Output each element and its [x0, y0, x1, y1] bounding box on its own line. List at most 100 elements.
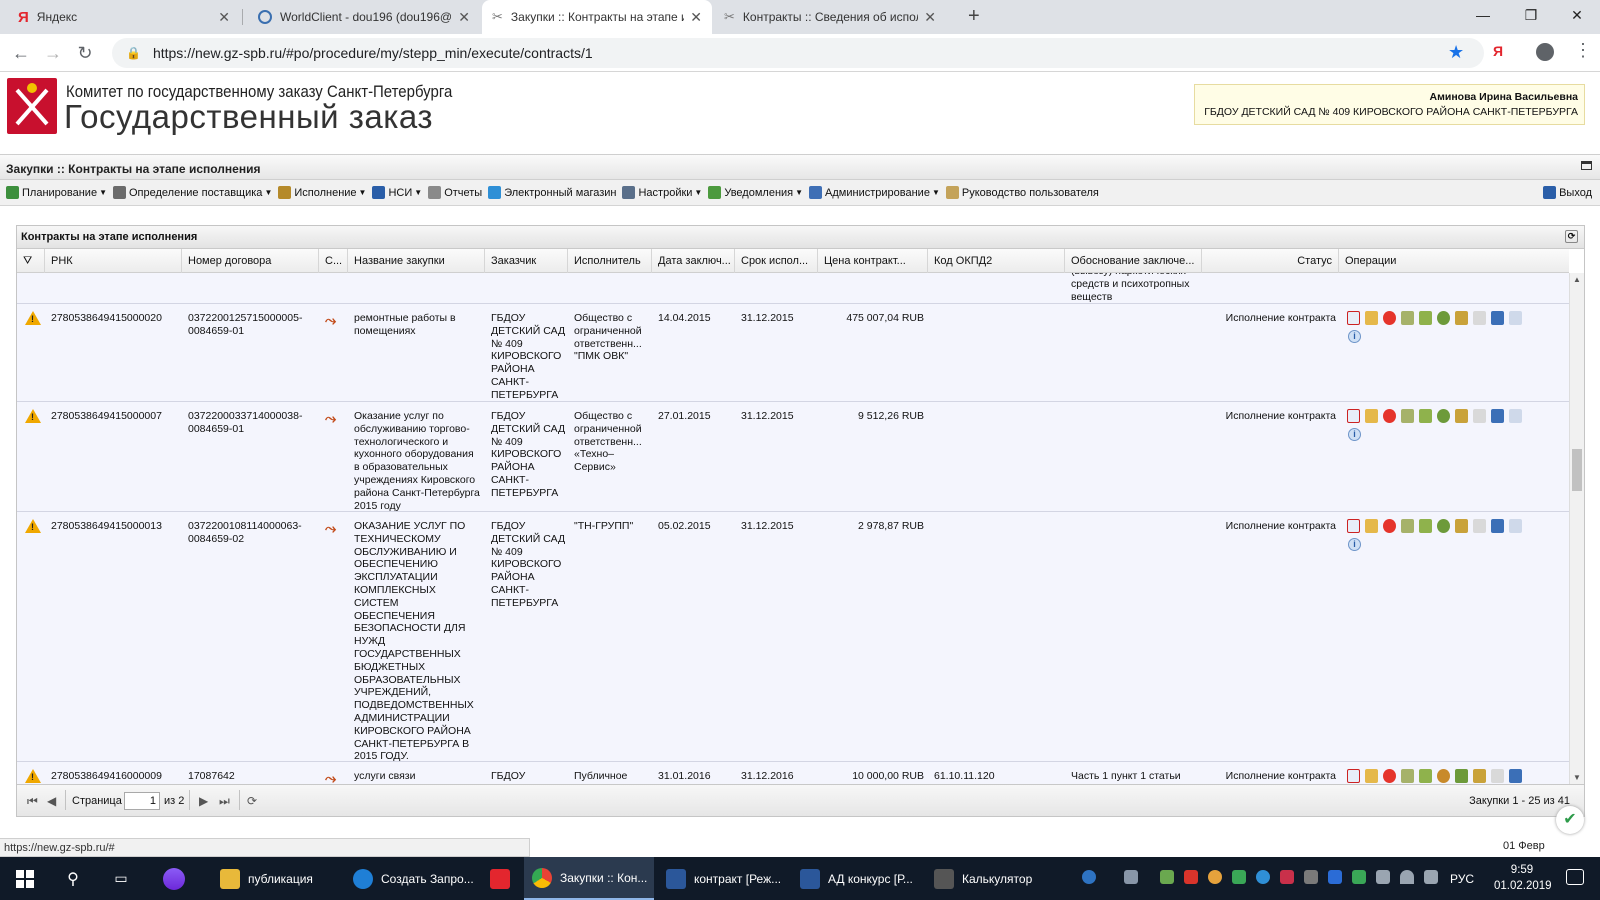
taskbar-item-calculator[interactable]: Калькулятор [926, 857, 1056, 900]
tab-contracts-info[interactable]: ✂ Контракты :: Сведения об испол ✕ [714, 0, 946, 34]
scroll-down-icon[interactable]: ▼ [1573, 773, 1581, 782]
download-icon[interactable] [1401, 769, 1414, 783]
stop-icon[interactable] [1383, 311, 1396, 325]
menu-planning[interactable]: Планирование ▼ [6, 186, 107, 199]
close-icon[interactable]: ✕ [690, 9, 702, 26]
chart-icon[interactable] [1491, 409, 1504, 423]
profile-avatar-icon[interactable] [1536, 43, 1554, 61]
tray-usb-icon[interactable] [1304, 870, 1318, 884]
col-status[interactable]: Статус [1202, 249, 1339, 273]
start-button[interactable] [10, 857, 40, 900]
col-rnk[interactable]: РНК [45, 249, 182, 273]
stop-icon[interactable] [1383, 519, 1396, 533]
gear-icon[interactable] [1437, 311, 1450, 325]
last-page-icon[interactable]: ⏭ [219, 794, 230, 809]
tray-flower-icon[interactable] [1208, 870, 1222, 884]
menu-kebab-icon[interactable]: ⋮ [1574, 40, 1592, 61]
list-icon[interactable] [1473, 409, 1486, 423]
col-s[interactable]: С... [319, 249, 348, 273]
notification-center-icon[interactable] [1566, 869, 1584, 885]
info-icon[interactable]: i [1348, 330, 1361, 343]
taskbar-item-folder[interactable]: публикация [212, 857, 342, 900]
minimize-button[interactable]: — [1460, 0, 1506, 30]
filter-icon[interactable]: ⛛ [17, 249, 45, 273]
close-icon[interactable]: ✕ [218, 9, 230, 26]
menu-user-guide[interactable]: Руководство пользователя [945, 186, 1099, 199]
gear-icon[interactable] [1455, 769, 1468, 783]
list-icon[interactable] [1473, 311, 1486, 325]
shield-check-icon[interactable]: ✔ [1556, 806, 1584, 834]
logout-button[interactable]: Выход [1543, 186, 1592, 199]
tab-worldclient[interactable]: WorldClient - dou196 (dou196@ ✕ [248, 0, 480, 34]
tab-yandex[interactable]: Я Яндекс ✕ [8, 0, 240, 34]
col-contract-no[interactable]: Номер договора [182, 249, 319, 273]
stack-icon[interactable] [1473, 769, 1486, 783]
menu-notifications[interactable]: Уведомления ▼ [708, 186, 803, 199]
menu-supplier[interactable]: Определение поставщика ▼ [113, 186, 272, 199]
table-row[interactable]: 2780538649415000013 0372200108114000063-… [17, 512, 1569, 762]
forward-button[interactable]: → [40, 40, 66, 66]
vertical-scrollbar[interactable]: ▲ ▼ [1569, 273, 1584, 784]
help-icon[interactable] [1082, 870, 1096, 884]
tray-app-icon[interactable] [1160, 870, 1174, 884]
copy-icon[interactable] [1509, 311, 1522, 325]
stop-icon[interactable] [1383, 769, 1396, 783]
chart-icon[interactable] [1491, 519, 1504, 533]
bookmark-star-icon[interactable]: ★ [1448, 42, 1464, 63]
volume-icon[interactable] [1424, 870, 1438, 884]
bluetooth-icon[interactable] [1328, 870, 1342, 884]
tray-network-app-icon[interactable] [1280, 870, 1294, 884]
maximize-panel-icon[interactable] [1581, 161, 1592, 170]
approve-icon[interactable] [1419, 519, 1432, 533]
col-date[interactable]: Дата заключ... [652, 249, 735, 273]
col-basis[interactable]: Обоснование заключе... [1065, 249, 1202, 273]
download-icon[interactable] [1401, 519, 1414, 533]
col-price[interactable]: Цена контракт... [818, 249, 928, 273]
url-bar[interactable]: 🔒 https://new.gz-spb.ru/#po/procedure/my… [112, 38, 1484, 68]
scroll-up-icon[interactable]: ▲ [1573, 275, 1581, 284]
stack-icon[interactable] [1455, 519, 1468, 533]
task-view-icon[interactable]: ▭ [106, 857, 136, 900]
stack-icon[interactable] [1455, 409, 1468, 423]
taskbar-item-yandex[interactable] [480, 857, 520, 900]
taskbar-item-word2[interactable]: АД конкурс [Р... [792, 857, 922, 900]
stack-icon[interactable] [1455, 311, 1468, 325]
table-row[interactable]: 2780538649415000020 0372200125715000005-… [17, 304, 1569, 402]
taskbar-item-chrome[interactable]: Закупки :: Кон... [524, 857, 654, 900]
tray-chat-icon[interactable] [1256, 870, 1270, 884]
reload-button[interactable]: ↻ [72, 40, 98, 66]
menu-reports[interactable]: Отчеты [428, 186, 482, 199]
col-name[interactable]: Название закупки [348, 249, 485, 273]
language-indicator[interactable]: РУС [1450, 857, 1474, 900]
refresh-icon[interactable]: ⟳ [247, 794, 257, 808]
download-icon[interactable] [1401, 311, 1414, 325]
tray-security-icon[interactable] [1352, 870, 1366, 884]
col-term[interactable]: Срок испол... [735, 249, 818, 273]
gear-icon[interactable] [1437, 519, 1450, 533]
view-document-icon[interactable] [1347, 769, 1360, 783]
edit-icon[interactable] [1365, 409, 1378, 423]
table-row[interactable]: 2780538649416000009 17087642 ⤳ услуги св… [17, 762, 1569, 784]
close-icon[interactable]: ✕ [458, 9, 470, 26]
table-row[interactable]: 2780538649415000007 0372200033714000038-… [17, 402, 1569, 512]
tray-antivirus-icon[interactable] [1184, 870, 1198, 884]
package-icon[interactable] [1437, 769, 1450, 783]
page-number-input[interactable]: 1 [124, 792, 160, 810]
search-icon[interactable]: ⚲ [58, 857, 88, 900]
people-icon[interactable] [1124, 870, 1138, 884]
menu-settings[interactable]: Настройки ▼ [622, 186, 702, 199]
copy-icon[interactable] [1509, 409, 1522, 423]
info-icon[interactable]: i [1348, 428, 1361, 441]
clock[interactable]: 9:59 01.02.2019 [1494, 862, 1552, 894]
edit-icon[interactable] [1365, 311, 1378, 325]
view-document-icon[interactable] [1347, 311, 1360, 325]
taskbar-item-word1[interactable]: контракт [Реж... [658, 857, 788, 900]
refresh-icon[interactable]: ⟳ [1565, 230, 1578, 243]
tray-shield-icon[interactable] [1232, 870, 1246, 884]
stop-icon[interactable] [1383, 409, 1396, 423]
menu-nsi[interactable]: НСИ ▼ [372, 186, 422, 199]
prev-page-icon[interactable]: ◀ [47, 794, 56, 808]
chart-icon[interactable] [1491, 311, 1504, 325]
list-icon[interactable] [1491, 769, 1504, 783]
col-executor[interactable]: Исполнитель [568, 249, 652, 273]
